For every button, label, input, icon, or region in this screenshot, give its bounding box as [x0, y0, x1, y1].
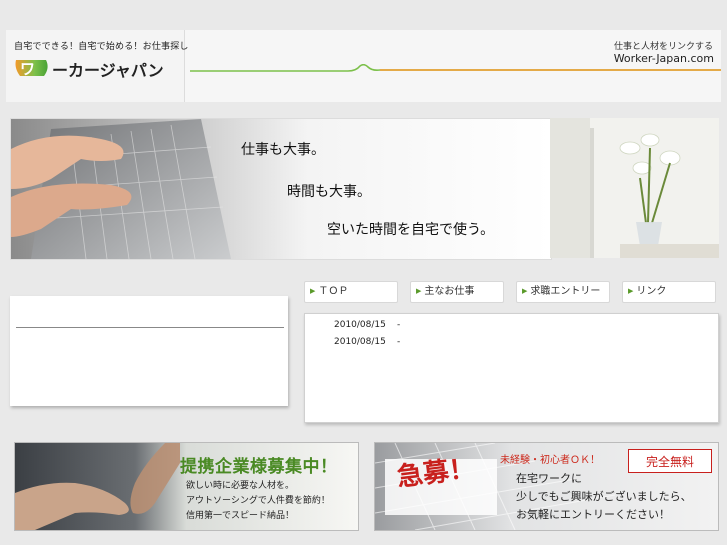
nav-tab-label: ＴＯＰ — [318, 286, 349, 297]
free-badge: 完全無料 — [628, 449, 712, 473]
nav-tab-jobs[interactable]: ▶ 主なお仕事 — [410, 281, 504, 303]
banner-copy-2: 時間も大事。 — [287, 184, 371, 200]
news-separator: - — [397, 320, 401, 330]
news-separator: - — [397, 337, 401, 347]
svg-text:ワ: ワ — [20, 60, 35, 78]
recruit-subtitle: 未経験・初心者ＯＫ！ — [500, 455, 600, 466]
arrow-right-icon: ▶ — [310, 287, 316, 295]
nav-tab-entry[interactable]: ▶ 求職エントリー — [516, 281, 610, 303]
partner-title: 提携企業様募集中！ — [180, 457, 338, 477]
site-header: 自宅でできる！自宅で始める！お仕事探し ワ ーカージャパン 仕事と人材をリンクす… — [6, 30, 721, 102]
logo[interactable]: 自宅でできる！自宅で始める！お仕事探し ワ ーカージャパン — [6, 30, 188, 102]
news-date: 2010/08/15 — [334, 320, 386, 330]
partner-line: 信用第一でスピード納品！ — [186, 511, 295, 521]
left-panel-divider — [16, 327, 284, 328]
partner-line: アウトソーシングで人件費を節約！ — [186, 496, 330, 506]
slogan: 仕事と人材をリンクする — [613, 42, 713, 52]
nav-tab-label: 求職エントリー — [530, 286, 601, 297]
recruit-line: お気軽にエントリーください！ — [516, 508, 670, 521]
news-date: 2010/08/15 — [334, 337, 386, 347]
logo-tagline: 自宅でできる！自宅で始める！お仕事探し — [14, 42, 189, 52]
left-panel — [10, 296, 288, 406]
header-divider — [190, 64, 721, 72]
arrow-right-icon: ▶ — [416, 287, 422, 295]
banner-copy-3: 空いた時間を自宅で使う。 — [327, 222, 495, 238]
recruit-line: 在宅ワークに — [516, 472, 582, 485]
nav-tab-top[interactable]: ▶ ＴＯＰ — [304, 281, 398, 303]
partner-line: 欲しい時に必要な人材を。 — [186, 481, 295, 491]
nav-tab-label: リンク — [636, 286, 667, 297]
logo-text: ーカージャパン — [52, 61, 164, 80]
nav-tab-links[interactable]: ▶ リンク — [622, 281, 716, 303]
job-entry-banner[interactable]: 急募！ 未経験・初心者ＯＫ！ 完全無料 在宅ワークに 少しでもご興味がございまし… — [374, 442, 719, 531]
recruit-line: 少しでもご興味がございましたら、 — [516, 490, 692, 503]
flower-image — [550, 118, 719, 258]
partner-recruit-banner[interactable]: 提携企業様募集中！ 欲しい時に必要な人材を。 アウトソーシングで人件費を節約！ … — [14, 442, 359, 531]
banner-copy-1: 仕事も大事。 — [241, 142, 325, 158]
arrow-right-icon: ▶ — [628, 287, 634, 295]
nav-tab-label: 主なお仕事 — [424, 286, 475, 297]
arrow-right-icon: ▶ — [522, 287, 528, 295]
